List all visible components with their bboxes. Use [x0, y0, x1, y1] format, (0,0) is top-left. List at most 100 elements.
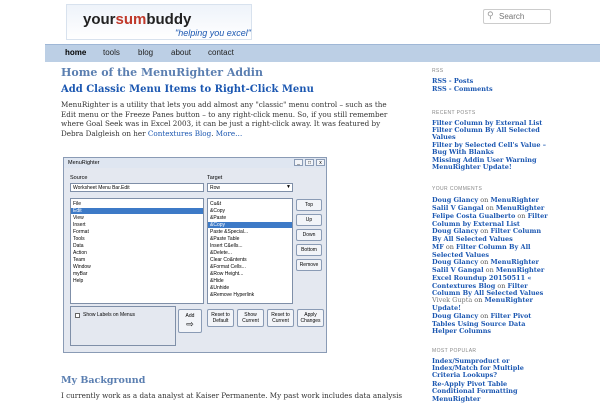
source-list-item: Edit: [71, 208, 203, 214]
up-button: Up: [296, 214, 322, 226]
source-list-item: Tools: [73, 236, 85, 242]
recent-post-link[interactable]: Filter by Selected Cell's Value – Bug Wi…: [432, 142, 550, 156]
nav-tools[interactable]: tools: [103, 48, 120, 57]
popular-post-link[interactable]: Re-Apply Pivot Table Conditional Formatt…: [432, 381, 532, 395]
comment-on-text: on: [478, 258, 491, 266]
site-logo[interactable]: yoursumbuddy "helping you excel": [66, 4, 252, 40]
main-content: Home of the MenuRighter Addin Add Classi…: [61, 66, 393, 138]
comment-on-text: on: [478, 196, 491, 204]
reset-default-button: Reset to Default: [207, 309, 234, 327]
comment-author-link[interactable]: Salil V Gangal: [432, 204, 484, 212]
recent-posts-heading: RECENT POSTS: [432, 110, 476, 116]
target-list-item: &Paste: [210, 215, 227, 221]
comment-author-link[interactable]: Doug Glancy: [432, 258, 478, 266]
source-list-item: Help: [73, 278, 84, 284]
recent-post-link[interactable]: Filter Column By All Selected Values: [432, 127, 550, 141]
target-combo: Row ▼: [207, 183, 293, 192]
comments-heading: YOUR COMMENTS: [432, 186, 483, 192]
popular-post-link[interactable]: Index/Sumproduct or Index/Match for Mult…: [432, 358, 532, 379]
logo-text: yoursumbuddy: [83, 11, 192, 28]
nav-contact[interactable]: contact: [208, 48, 234, 57]
options-box: Show Labels on Menus: [70, 306, 176, 346]
target-list: Cu&t &Copy &Paste &Copy Paste &Special... &Pa…: [207, 198, 293, 304]
source-list-item: File: [73, 201, 82, 207]
target-list-item: &Hide: [210, 278, 224, 284]
comment-item: Excel Roundup 20150511 « Contextures Blo…: [432, 274, 550, 298]
source-list-item: myBar: [73, 271, 88, 277]
comment-post-link[interactable]: MenuRighter: [496, 204, 545, 212]
comment-item: Vivek Gupta on MenuRighter Update!: [432, 296, 550, 312]
search-icon: ⚲: [487, 11, 494, 21]
comment-post-link[interactable]: MenuRighter: [490, 196, 539, 204]
source-list-item: Insert: [73, 222, 86, 228]
source-list-item: View: [73, 215, 84, 221]
source-list-item: Action: [73, 250, 87, 256]
source-label: Source: [70, 175, 88, 181]
target-list-item: &Copy: [208, 222, 292, 228]
show-current-button: Show Current: [237, 309, 264, 327]
recent-post-link[interactable]: MenuRighter Update!: [432, 164, 550, 171]
arrow-right-icon: ⇨: [186, 319, 194, 329]
source-combo: Worksheet Menu Bar.Edit: [70, 183, 204, 192]
target-list-item: Paste &Special...: [210, 229, 249, 235]
nav-blog[interactable]: blog: [138, 48, 153, 57]
minimize-icon: _: [294, 159, 303, 166]
background-paragraph: I currently work as a data analyst at Ka…: [61, 391, 403, 400]
source-list-item: Format: [73, 229, 89, 235]
post-title[interactable]: Add Classic Menu Items to Right-Click Me…: [61, 84, 314, 95]
comment-post-link[interactable]: MenuRighter: [490, 258, 539, 266]
dialog-titlebar: MenuRighter _ □ x: [64, 158, 326, 168]
comment-author-link[interactable]: Salil V Gangal: [432, 266, 484, 274]
down-button: Down: [296, 229, 322, 241]
rss-heading: RSS: [432, 68, 444, 74]
contextures-blog-link[interactable]: Contextures Blog: [148, 129, 211, 138]
search-box[interactable]: ⚲: [483, 9, 551, 24]
comment-item: Felipe Costa Gualberto on Filter Column …: [432, 212, 550, 228]
nav-about[interactable]: about: [171, 48, 191, 57]
dropdown-arrow-icon: ▼: [286, 184, 291, 190]
target-list-item: Insert C&ells...: [210, 243, 243, 249]
comment-post-link[interactable]: MenuRighter: [496, 266, 545, 274]
nav-home[interactable]: home: [65, 48, 86, 57]
more-link[interactable]: More…: [216, 129, 243, 138]
source-list-item: Data: [73, 243, 84, 249]
menurighter-dialog-screenshot: MenuRighter _ □ x Source Worksheet Menu …: [63, 157, 327, 353]
apply-changes-button: Apply Changes: [297, 309, 324, 327]
target-list-item: &Row Height...: [210, 271, 244, 277]
comment-item: Doug Glancy on Filter Pivot Tables Using…: [432, 312, 550, 336]
search-input[interactable]: [499, 11, 549, 22]
page-title: Home of the MenuRighter Addin: [61, 66, 263, 79]
target-list-item: &Delete...: [210, 250, 232, 256]
logo-tagline: "helping you excel": [175, 28, 251, 38]
rss-posts-link[interactable]: RSS - Posts: [432, 78, 473, 85]
add-button: Add ⇨: [178, 309, 202, 333]
comment-item: Doug Glancy on Filter Column By All Sele…: [432, 227, 550, 243]
target-list-item: Clear Co&ntents: [210, 257, 247, 263]
reset-current-button: Reset to Current: [267, 309, 294, 327]
show-labels-checkbox: [75, 313, 80, 318]
target-list-item: &Copy: [210, 208, 226, 214]
intro-paragraph: MenuRighter is a utility that lets you a…: [61, 100, 393, 139]
comment-item: MF on Filter Column By All Selected Valu…: [432, 243, 550, 259]
post-title-link[interactable]: Add Classic Menu Items to Right-Click Me…: [61, 84, 314, 95]
target-list-item: &Paste Table: [210, 236, 240, 242]
dialog-title: MenuRighter: [68, 160, 100, 166]
source-list-item: Team: [73, 257, 86, 263]
comment-on-text: on: [472, 296, 485, 304]
target-list-item: &Remove Hyperlink: [210, 292, 255, 298]
bottom-button: Bottom: [296, 244, 322, 256]
maximize-icon: □: [305, 159, 314, 166]
source-list-item: Window: [73, 264, 91, 270]
target-list-item: &Unhide: [210, 285, 230, 291]
target-label: Target: [207, 175, 223, 181]
comment-author-link[interactable]: Doug Glancy: [432, 196, 478, 204]
top-button: Top: [296, 199, 322, 211]
show-labels-label: Show Labels on Menus: [83, 312, 135, 318]
comment-on-text: on: [483, 266, 496, 274]
target-list-item: Cu&t: [210, 201, 222, 207]
rss-comments-link[interactable]: RSS - Comments: [432, 86, 493, 93]
site-header: yoursumbuddy "helping you excel" ⚲: [0, 0, 600, 44]
background-heading: My Background: [61, 375, 146, 386]
popular-heading: MOST POPULAR: [432, 348, 477, 354]
comment-on-text: on: [483, 204, 496, 212]
